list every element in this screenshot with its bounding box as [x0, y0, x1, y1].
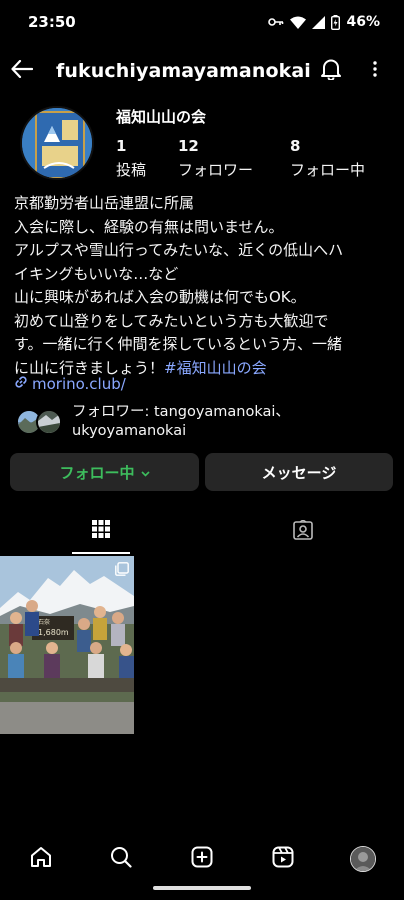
- nav-reels[interactable]: [268, 844, 298, 874]
- more-options-button[interactable]: [362, 56, 388, 86]
- stat-followers[interactable]: 12 フォロワー: [178, 137, 253, 180]
- status-bar: 23:50 46%: [0, 0, 404, 44]
- nav-profile[interactable]: [348, 844, 378, 874]
- mutual-avatar: [36, 409, 62, 435]
- grid-icon: [92, 520, 110, 542]
- stat-followers-count: 12: [178, 137, 199, 155]
- bio-line: 初めて山登りをしてみたいという方も大歓迎で: [14, 311, 329, 330]
- profile-username: fukuchiyamayamanokai: [56, 60, 311, 82]
- carousel-icon: [115, 561, 129, 580]
- search-icon: [110, 846, 132, 872]
- mutual-followers-text: フォロワー: tangoyamanokai、 ukyoyamanokai: [72, 403, 290, 441]
- profile-avatar-small: [350, 846, 376, 872]
- battery-icon: [331, 14, 341, 30]
- link-icon: [14, 375, 28, 393]
- stat-posts-count: 1: [116, 137, 127, 155]
- nav-home[interactable]: [26, 844, 56, 874]
- stat-following[interactable]: 8 フォロー中: [290, 137, 365, 180]
- bio-line: アルプスや雪山行ってみたいな、近くの低山へハ: [14, 241, 344, 259]
- status-icons: 46%: [268, 14, 380, 30]
- stat-posts-label: 投稿: [116, 161, 147, 179]
- following-button[interactable]: フォロー中: [10, 453, 199, 491]
- chevron-down-icon: [140, 463, 150, 481]
- tab-posts-grid[interactable]: [72, 510, 130, 554]
- following-button-label: フォロー中: [59, 463, 135, 482]
- bio-line: 京都勤労者山岳連盟に所属: [14, 194, 195, 212]
- profile-display-name: 福知山山の会: [116, 108, 207, 126]
- home-icon: [30, 846, 52, 872]
- create-icon: [191, 846, 213, 872]
- mutual-follower-avatars: [16, 408, 66, 436]
- more-vertical-icon: [373, 61, 377, 81]
- mutual-followers-line1: フォロワー: tangoyamanokai、: [72, 404, 290, 420]
- wifi-icon: [290, 16, 307, 29]
- gesture-home-indicator: [153, 886, 251, 890]
- bio-line: イキングもいいな…など: [14, 264, 179, 283]
- bio-line: す。一緒に行く仲間を探しているという方、一緒: [14, 335, 343, 353]
- notifications-button[interactable]: [316, 56, 346, 86]
- profile-tabs: [0, 510, 404, 554]
- profile-bio: 京都勤労者山岳連盟に所属 入会に際し、経験の有無は問いません。 アルプスや雪山行…: [14, 192, 394, 380]
- reels-icon: [272, 846, 294, 872]
- mutual-followers[interactable]: フォロワー: tangoyamanokai、 ukyoyamanokai: [16, 404, 290, 440]
- profile-link[interactable]: morino.club/: [14, 375, 126, 393]
- back-button[interactable]: [0, 50, 44, 92]
- stat-posts[interactable]: 1 投稿: [116, 137, 146, 180]
- bell-icon: [321, 58, 341, 84]
- mutual-followers-line2: ukyoyamanokai: [72, 423, 187, 439]
- post-thumbnail[interactable]: 石奈 1,680m: [0, 556, 134, 734]
- tagged-icon: [293, 519, 313, 544]
- bio-line: 山に興味があれば入会の動機は何でもOK。: [14, 288, 306, 306]
- back-arrow-icon: [11, 59, 34, 82]
- message-button-label: メッセージ: [261, 463, 337, 482]
- message-button[interactable]: メッセージ: [205, 453, 393, 491]
- post-sign-elevation: 1,680m: [38, 628, 69, 637]
- bio-line: 入会に際し、経験の有無は問いません。: [14, 217, 284, 236]
- nav-create[interactable]: [187, 844, 217, 874]
- status-time: 23:50: [28, 13, 76, 31]
- tab-tagged[interactable]: [274, 510, 332, 554]
- profile-header: fukuchiyamayamanokai: [0, 50, 404, 92]
- nav-search[interactable]: [106, 844, 136, 874]
- bottom-navigation: [0, 836, 404, 880]
- signal-icon: [312, 15, 326, 29]
- stat-following-label: フォロー中: [290, 161, 366, 179]
- profile-link-text[interactable]: morino.club/: [32, 375, 126, 393]
- stat-followers-label: フォロワー: [178, 161, 254, 179]
- key-icon: [268, 16, 284, 28]
- profile-avatar[interactable]: [20, 106, 94, 180]
- bio-line-text: に山に行きましょう！: [14, 358, 165, 377]
- stat-following-count: 8: [290, 137, 301, 155]
- post-sign-name: 石奈: [38, 618, 50, 626]
- battery-percent: 46%: [346, 14, 380, 30]
- bio-hashtag[interactable]: #福知山山の会: [164, 359, 267, 377]
